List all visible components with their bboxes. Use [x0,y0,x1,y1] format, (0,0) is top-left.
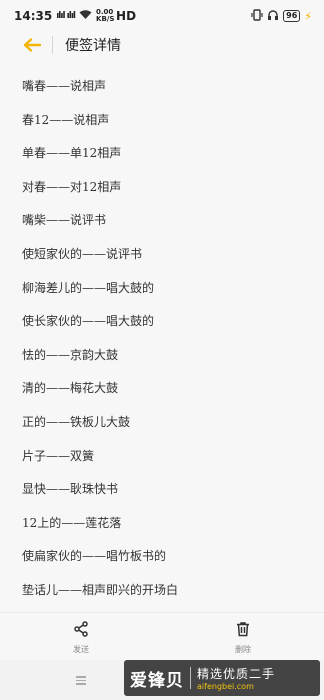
hd-badge: HD [116,9,137,23]
vibrate-icon [251,8,263,24]
watermark: 爱锋贝 精选优质二手 aifengbei.com [124,660,320,696]
signal-icon: ılıl ılıl [56,11,76,21]
note-line: 正的——铁板儿大鼓 [22,414,131,429]
note-line: 怯的——京韵大鼓 [22,347,119,362]
network-speed: 0.00 KB/S [96,8,115,23]
charging-icon: ⚡ [304,9,312,23]
bottom-action-bar: 发送 删除 [0,612,324,660]
note-line: 柳海差儿的——唱大鼓的 [22,280,155,295]
battery-indicator: 96 [283,10,301,22]
trash-icon [235,621,251,641]
header-divider [52,36,53,54]
watermark-divider [190,667,191,689]
note-line: 使长家伙的——唱大鼓的 [22,314,155,329]
note-line: 12上的——莲花落 [22,515,122,530]
share-icon [73,621,89,641]
delete-label: 删除 [235,645,251,654]
share-button[interactable]: 发送 [61,621,101,655]
note-line: 显快——耿珠快书 [22,482,119,497]
watermark-logo: 爱锋贝 [130,670,184,691]
note-line: 垫话儿——相声即兴的开场白 [22,582,179,597]
watermark-text: 精选优质二手 aifengbei.com [197,665,275,691]
watermark-slogan: 精选优质二手 [197,667,276,681]
note-line: 对春——对12相声 [22,179,122,194]
status-left: 14:35 ılıl ılıl 0.00 KB/S HD [14,8,137,24]
note-line: 片子——双簧 [22,448,95,463]
headphone-icon [267,9,279,24]
watermark-url: aifengbei.com [197,682,254,691]
arrow-left-icon[interactable] [22,35,42,55]
delete-button[interactable]: 删除 [223,621,263,655]
header: 便签详情 [0,32,324,58]
note-line: 嘴春——说相声 [22,79,107,93]
note-content[interactable]: 嘴春——说相声 春12——说相声 单春——单12相声 对春——对12相声 嘴柴—… [0,70,324,608]
note-line: 单春——单12相声 [22,146,122,161]
menu-icon[interactable] [76,676,86,687]
note-line: 嘴柴——说评书 [22,213,107,228]
note-line: 使扁家伙的——唱竹板书的 [22,549,167,564]
note-line: 清的——梅花大鼓 [22,381,119,396]
note-line: 使短家伙的——说评书 [22,246,143,261]
page-title: 便签详情 [65,38,121,54]
wifi-icon [79,9,92,23]
share-label: 发送 [73,645,89,654]
status-right: 96 ⚡ [251,8,312,24]
status-bar: 14:35 ılıl ılıl 0.00 KB/S HD 96 ⚡ [0,0,324,32]
status-time: 14:35 [14,9,53,23]
note-line: 春12——说相声 [22,112,110,127]
